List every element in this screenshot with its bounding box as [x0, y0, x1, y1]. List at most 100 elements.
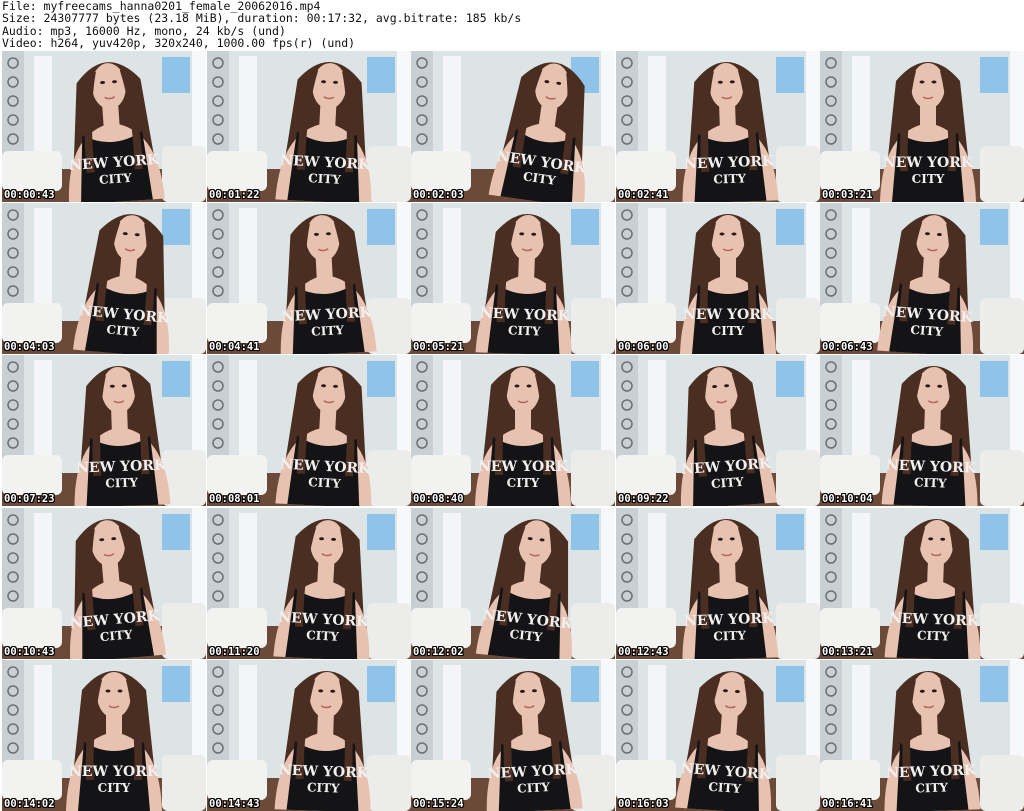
- window: [367, 209, 395, 245]
- sofa: [820, 151, 880, 191]
- shirt-text-line2: CITY: [106, 322, 140, 339]
- shirt-text-line2: CITY: [713, 628, 747, 643]
- shirt-text-line2: CITY: [311, 323, 345, 339]
- sofa: [616, 151, 676, 191]
- shirt-text-line2: CITY: [308, 475, 342, 491]
- window: [162, 361, 190, 397]
- timestamp-label: 00:10:43: [4, 646, 55, 658]
- timestamp-label: 00:04:03: [4, 341, 55, 353]
- thumbnail-frame: NEW YORKCITY: [207, 203, 411, 354]
- video-thumbnail: NEW YORK CITY 00:01:22: [207, 51, 411, 202]
- thumbnail-frame: NEW YORKCITY: [2, 660, 206, 811]
- file-size-line: Size: 24307777 bytes (23.18 MiB), durati…: [2, 11, 522, 26]
- thumbnail-grid: NEW YORK CITY 00:00:43 NEW YORK CITY 00:01:22…: [2, 51, 1024, 811]
- timestamp-label: 00:01:22: [209, 189, 260, 201]
- shirt-text-line2: CITY: [914, 475, 948, 490]
- sofa: [820, 760, 880, 800]
- timestamp-label: 00:06:00: [618, 341, 669, 353]
- eye-left: [919, 80, 925, 84]
- thumbnail-frame: NEW YORKCITY: [616, 51, 820, 202]
- sofa-right: [776, 298, 820, 354]
- sofa: [411, 303, 471, 343]
- sofa-right: [980, 603, 1024, 659]
- timestamp-label: 00:08:01: [209, 493, 260, 505]
- sofa-right: [980, 146, 1024, 202]
- door-frame: [34, 513, 52, 623]
- video-thumbnail: NEW YORK CITY 00:10:43: [2, 508, 206, 659]
- timestamp-label: 00:00:43: [4, 189, 55, 201]
- door-frame: [34, 665, 52, 775]
- sofa-right: [980, 450, 1024, 506]
- sofa: [820, 455, 880, 495]
- shirt-text-line2: CITY: [912, 172, 945, 186]
- window: [980, 514, 1008, 550]
- shirt-text-line1: NEW YORK: [684, 610, 775, 629]
- video-thumbnail: NEW YORK CITY 00:07:23: [2, 355, 206, 506]
- eye-right: [931, 80, 937, 84]
- window: [980, 361, 1008, 397]
- sofa: [411, 760, 471, 800]
- face: [711, 215, 745, 261]
- sofa: [207, 455, 267, 495]
- video-thumbnail: NEW YORK CITY 00:08:40: [411, 355, 615, 506]
- window: [776, 57, 804, 93]
- window: [367, 361, 395, 397]
- thumbnail-frame: NEW YORKCITY: [616, 203, 820, 354]
- timestamp-label: 00:02:41: [618, 189, 669, 201]
- thumbnail-frame: NEW YORKCITY: [2, 508, 206, 659]
- sofa: [616, 303, 676, 343]
- door-frame: [443, 208, 461, 318]
- window: [776, 666, 804, 702]
- window: [162, 514, 190, 550]
- thumbnail-frame: NEW YORKCITY: [207, 51, 411, 202]
- timestamp-label: 00:12:43: [618, 646, 669, 658]
- video-thumbnail: NEW YORK CITY 00:04:03: [2, 203, 206, 354]
- timestamp-label: 00:16:03: [618, 798, 669, 810]
- shirt-text-line1: NEW YORK: [480, 305, 571, 324]
- eye-right: [526, 384, 532, 388]
- sofa: [411, 608, 471, 648]
- sofa-right: [367, 755, 411, 811]
- sofa: [820, 608, 880, 648]
- timestamp-label: 00:05:21: [413, 341, 464, 353]
- timestamp-label: 00:09:22: [618, 493, 669, 505]
- shirt-text-line2: CITY: [713, 171, 747, 186]
- thumbnail-frame: NEW YORKCITY: [411, 660, 615, 811]
- timestamp-label: 00:02:03: [413, 189, 464, 201]
- video-thumbnail: NEW YORK CITY 00:16:03: [616, 660, 820, 811]
- timestamp-label: 00:11:20: [209, 646, 260, 658]
- sofa-right: [980, 755, 1024, 811]
- sofa: [207, 760, 267, 800]
- window: [162, 209, 190, 245]
- video-thumbnail: NEW YORK CITY 00:09:22: [616, 355, 820, 506]
- video-thumbnail: NEW YORK CITY 00:03:21: [820, 51, 1024, 202]
- sofa: [2, 303, 62, 343]
- sofa-right: [162, 755, 206, 811]
- window: [571, 666, 599, 702]
- window: [980, 57, 1008, 93]
- door-frame: [648, 665, 666, 775]
- eye-left: [719, 232, 725, 236]
- sofa-right: [571, 298, 615, 354]
- video-thumbnail: NEW YORK CITY 00:02:41: [616, 51, 820, 202]
- thumbnail-frame: NEW YORKCITY: [2, 51, 206, 202]
- shirt-text-line2: CITY: [98, 781, 131, 795]
- timestamp-label: 00:04:41: [209, 341, 260, 353]
- door-frame: [852, 56, 870, 166]
- thumbnail-frame: NEW YORKCITY: [820, 203, 1024, 354]
- video-thumbnail: NEW YORK CITY 00:04:41: [207, 203, 411, 354]
- face: [97, 672, 131, 718]
- thumbnail-frame: NEW YORKCITY: [411, 51, 615, 202]
- shirt-text-line2: CITY: [917, 628, 951, 643]
- sofa: [616, 455, 676, 495]
- shirt-text-line1: NEW YORK: [886, 457, 977, 476]
- window: [776, 361, 804, 397]
- eye-right: [117, 689, 123, 693]
- door-frame: [648, 208, 666, 318]
- thumbnail-frame: NEW YORKCITY: [207, 508, 411, 659]
- shirt-text-line1: NEW YORK: [886, 762, 977, 781]
- sofa-right: [776, 146, 820, 202]
- sofa-right: [980, 298, 1024, 354]
- door-frame: [443, 513, 461, 623]
- file-info-header: File: myfreecams_hanna0201_female_200620…: [2, 0, 1022, 50]
